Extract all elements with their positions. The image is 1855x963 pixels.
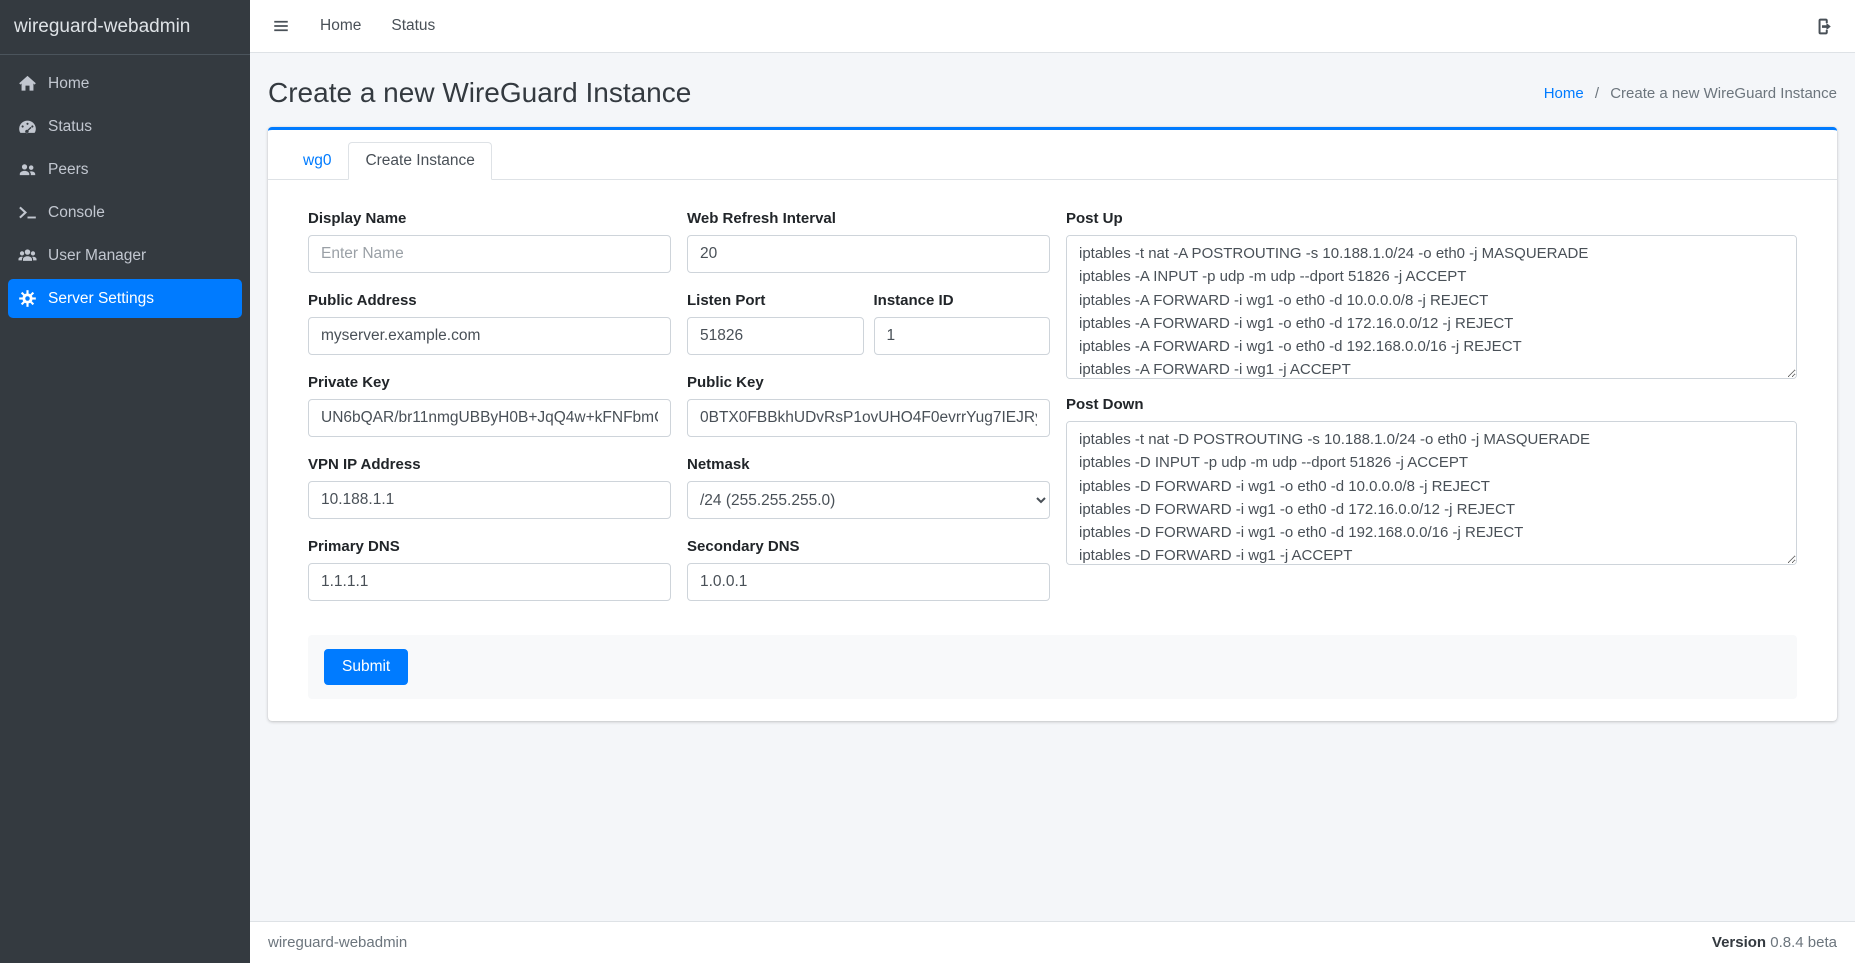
instance-card: wg0 Create Instance Display Name Web Ref… bbox=[268, 127, 1837, 721]
form-footer: Submit bbox=[308, 635, 1797, 699]
sidebar-item-peers[interactable]: Peers bbox=[8, 150, 242, 189]
sidebar-nav: Home Status Peers Console User Manager S bbox=[0, 55, 250, 331]
instance-form-body: Display Name Web Refresh Interval Public… bbox=[268, 180, 1837, 721]
public-address-input[interactable] bbox=[308, 317, 671, 355]
tab-wg0[interactable]: wg0 bbox=[286, 142, 348, 180]
post-up-textarea[interactable] bbox=[1066, 235, 1797, 379]
public-address-group: Public Address bbox=[308, 292, 671, 355]
listen-port-input[interactable] bbox=[687, 317, 864, 355]
sidebar-item-label: Status bbox=[48, 118, 92, 136]
sidebar-item-status[interactable]: Status bbox=[8, 107, 242, 146]
post-down-textarea[interactable] bbox=[1066, 421, 1797, 565]
logout-button[interactable] bbox=[1812, 16, 1833, 37]
web-refresh-interval-input[interactable] bbox=[687, 235, 1050, 273]
tab-create-instance[interactable]: Create Instance bbox=[348, 142, 491, 180]
sidebar: wireguard-webadmin Home Status Peers Con… bbox=[0, 0, 250, 963]
form-left-columns: Display Name Web Refresh Interval Public… bbox=[308, 210, 1050, 601]
public-key-label: Public Key bbox=[687, 374, 1050, 391]
instance-tabs: wg0 Create Instance bbox=[268, 130, 1837, 180]
vpn-ip-group: VPN IP Address bbox=[308, 456, 671, 519]
instance-id-group: Instance ID bbox=[874, 292, 1051, 355]
content-header: Create a new WireGuard Instance Home / C… bbox=[250, 53, 1855, 127]
public-key-group: Public Key bbox=[687, 374, 1050, 437]
port-and-id-row: Listen Port Instance ID bbox=[687, 292, 1050, 355]
top-navbar: Home Status bbox=[250, 0, 1855, 53]
private-key-label: Private Key bbox=[308, 374, 671, 391]
post-up-label: Post Up bbox=[1066, 210, 1797, 227]
breadcrumb-current: Create a new WireGuard Instance bbox=[1610, 85, 1837, 102]
web-refresh-interval-label: Web Refresh Interval bbox=[687, 210, 1050, 227]
gauge-icon bbox=[18, 117, 37, 136]
footer-brand: wireguard-webadmin bbox=[268, 934, 407, 951]
gear-icon bbox=[18, 289, 37, 308]
footer-version-value: 0.8.4 beta bbox=[1770, 934, 1837, 951]
topnav-link-home[interactable]: Home bbox=[320, 17, 361, 35]
sidebar-item-label: Peers bbox=[48, 161, 89, 179]
page-footer: wireguard-webadmin Version 0.8.4 beta bbox=[250, 921, 1855, 963]
terminal-icon bbox=[18, 203, 37, 222]
instance-id-label: Instance ID bbox=[874, 292, 1051, 309]
primary-dns-input[interactable] bbox=[308, 563, 671, 601]
netmask-select[interactable]: /24 (255.255.255.0) bbox=[687, 481, 1050, 519]
footer-version-label: Version bbox=[1712, 934, 1766, 951]
listen-port-group: Listen Port bbox=[687, 292, 864, 355]
hamburger-icon bbox=[272, 17, 290, 35]
home-icon bbox=[18, 74, 37, 93]
user-group-icon bbox=[18, 246, 37, 265]
display-name-label: Display Name bbox=[308, 210, 671, 227]
footer-version: Version 0.8.4 beta bbox=[1712, 934, 1837, 951]
listen-port-label: Listen Port bbox=[687, 292, 864, 309]
instance-id-input[interactable] bbox=[874, 317, 1051, 355]
private-key-input[interactable] bbox=[308, 399, 671, 437]
netmask-group: Netmask /24 (255.255.255.0) bbox=[687, 456, 1050, 519]
sidebar-item-label: Home bbox=[48, 75, 89, 93]
breadcrumb-home-link[interactable]: Home bbox=[1544, 85, 1584, 102]
primary-dns-group: Primary DNS bbox=[308, 538, 671, 601]
secondary-dns-label: Secondary DNS bbox=[687, 538, 1050, 555]
display-name-input[interactable] bbox=[308, 235, 671, 273]
public-key-input[interactable] bbox=[687, 399, 1050, 437]
breadcrumb: Home / Create a new WireGuard Instance bbox=[1544, 85, 1837, 102]
logout-icon bbox=[1812, 16, 1833, 37]
main-area: Home Status Create a new WireGuard Insta… bbox=[250, 0, 1855, 963]
private-key-group: Private Key bbox=[308, 374, 671, 437]
content-wrapper: Create a new WireGuard Instance Home / C… bbox=[250, 53, 1855, 921]
vpn-ip-label: VPN IP Address bbox=[308, 456, 671, 473]
sidebar-item-server-settings[interactable]: Server Settings bbox=[8, 279, 242, 318]
sidebar-brand[interactable]: wireguard-webadmin bbox=[0, 0, 250, 55]
post-down-group: Post Down bbox=[1066, 396, 1797, 565]
breadcrumb-separator: / bbox=[1595, 85, 1599, 102]
users-icon bbox=[18, 160, 37, 179]
display-name-group: Display Name bbox=[308, 210, 671, 273]
form-right-column: Post Up Post Down bbox=[1066, 210, 1797, 601]
public-address-label: Public Address bbox=[308, 292, 671, 309]
page-title: Create a new WireGuard Instance bbox=[268, 77, 691, 109]
sidebar-toggle-button[interactable] bbox=[272, 17, 290, 35]
sidebar-item-user-manager[interactable]: User Manager bbox=[8, 236, 242, 275]
sidebar-item-console[interactable]: Console bbox=[8, 193, 242, 232]
instance-form: Display Name Web Refresh Interval Public… bbox=[308, 210, 1797, 601]
web-refresh-interval-group: Web Refresh Interval bbox=[687, 210, 1050, 273]
sidebar-item-label: Console bbox=[48, 204, 105, 222]
post-up-group: Post Up bbox=[1066, 210, 1797, 379]
sidebar-item-home[interactable]: Home bbox=[8, 64, 242, 103]
secondary-dns-input[interactable] bbox=[687, 563, 1050, 601]
sidebar-item-label: Server Settings bbox=[48, 290, 154, 308]
post-down-label: Post Down bbox=[1066, 396, 1797, 413]
topnav-link-status[interactable]: Status bbox=[391, 17, 435, 35]
secondary-dns-group: Secondary DNS bbox=[687, 538, 1050, 601]
vpn-ip-input[interactable] bbox=[308, 481, 671, 519]
sidebar-item-label: User Manager bbox=[48, 247, 146, 265]
primary-dns-label: Primary DNS bbox=[308, 538, 671, 555]
netmask-label: Netmask bbox=[687, 456, 1050, 473]
submit-button[interactable]: Submit bbox=[324, 649, 408, 685]
app-layout: wireguard-webadmin Home Status Peers Con… bbox=[0, 0, 1855, 963]
